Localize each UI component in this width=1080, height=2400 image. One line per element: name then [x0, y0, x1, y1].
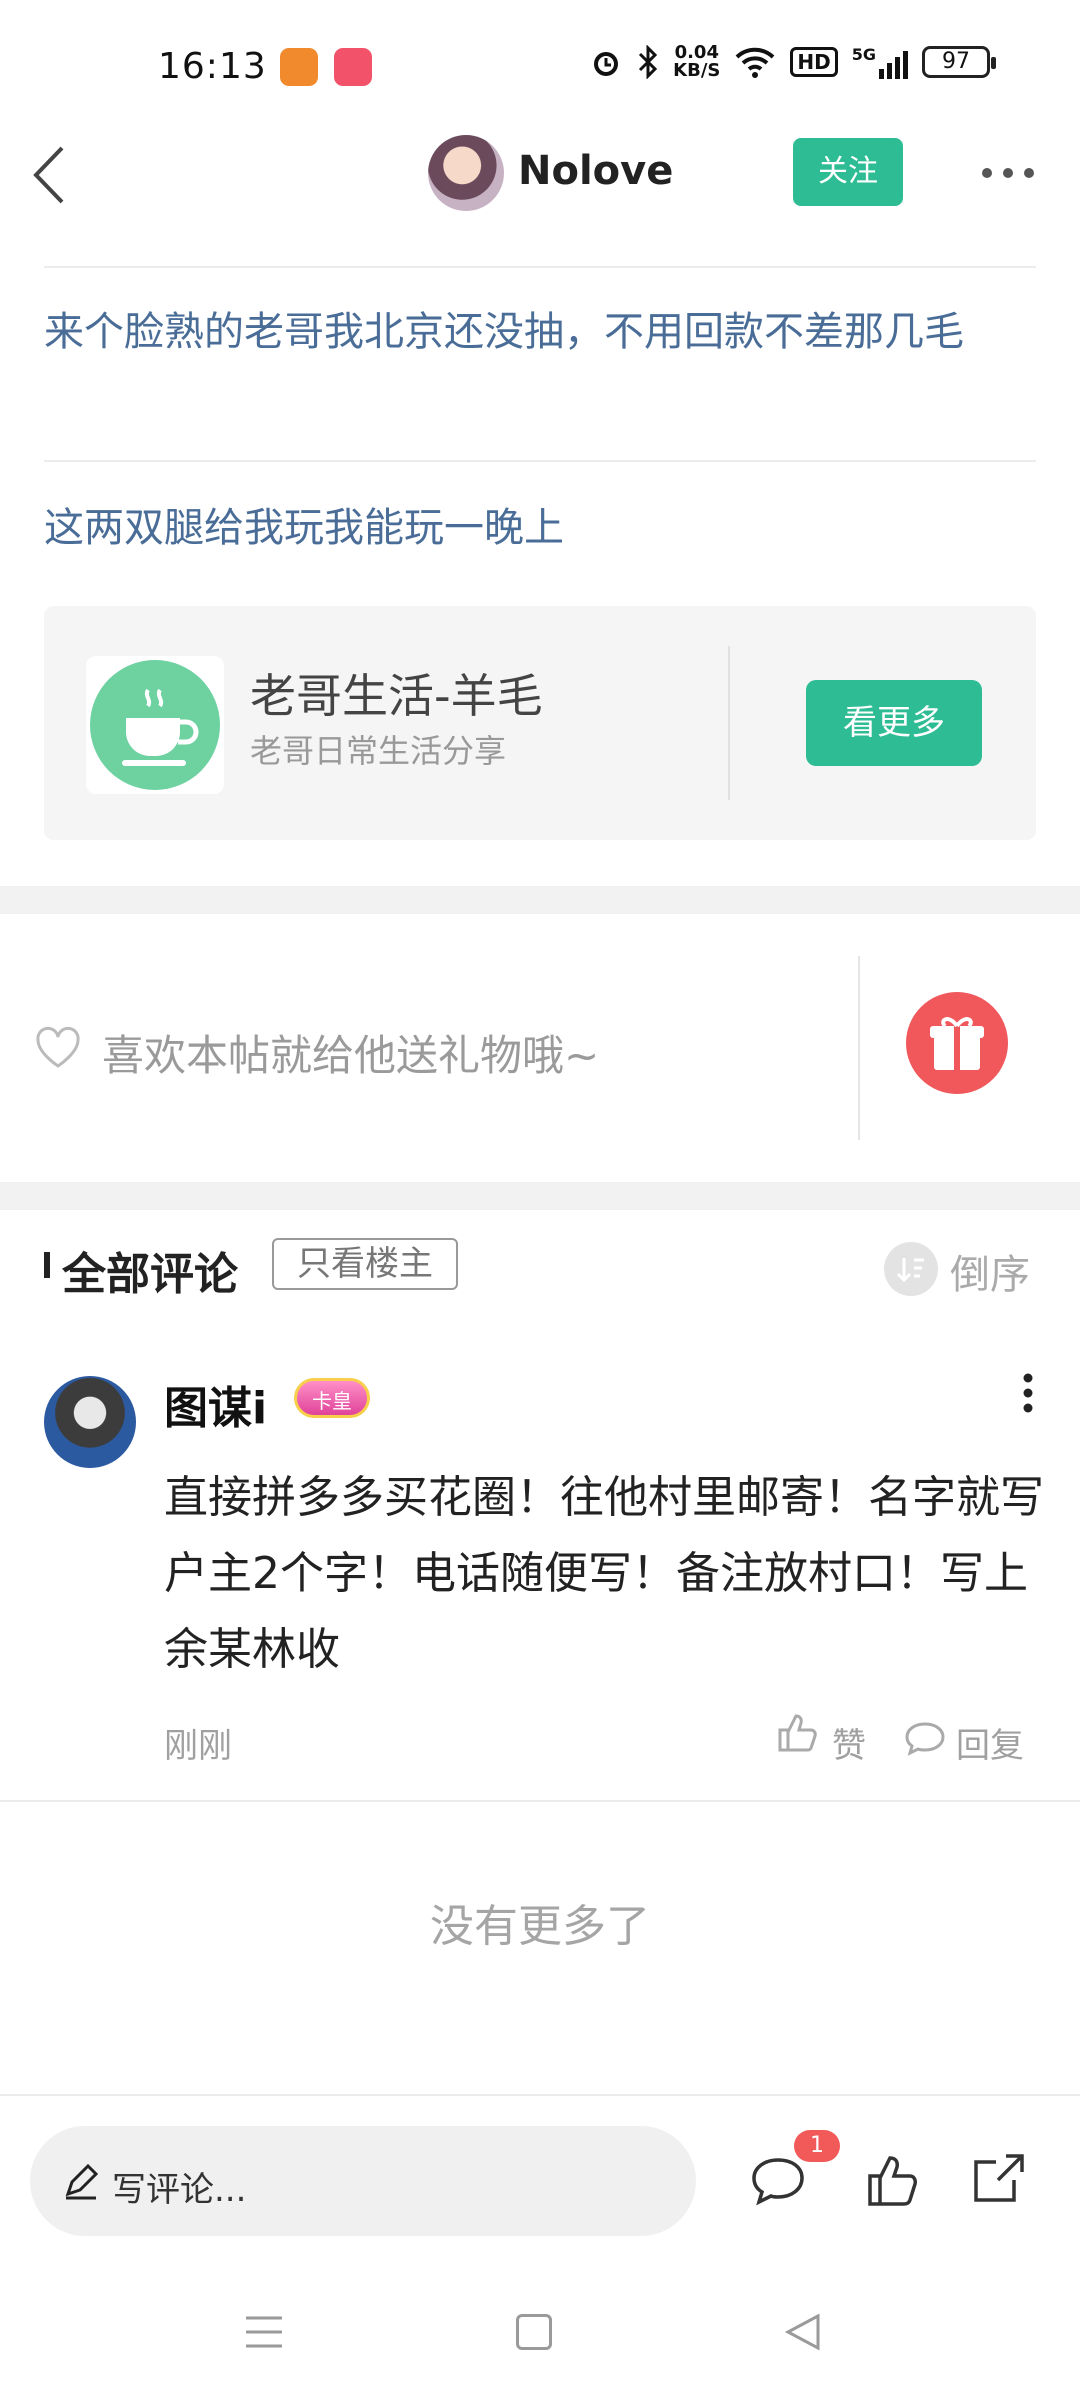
back-arrow-icon[interactable]	[26, 140, 76, 210]
author-avatar[interactable]	[428, 135, 504, 211]
signal-icon: 5G	[852, 45, 908, 79]
bluetooth-icon	[639, 45, 658, 79]
divider	[44, 266, 1036, 268]
sort-arrows-icon	[896, 1258, 924, 1283]
more-options-icon[interactable]	[980, 166, 1036, 180]
section-gap	[0, 1182, 1080, 1210]
comment-input-placeholder[interactable]: 写评论...	[112, 2162, 246, 2211]
reply-button[interactable]: 回复	[956, 1718, 1024, 1767]
thumbs-up-icon[interactable]	[776, 1710, 820, 1754]
comment-text: 直接拼多多买花圈！往他村里邮寄！名字就写户主2个字！电话随便写！备注放村口！写上…	[164, 1472, 1044, 1675]
comment-more-icon[interactable]	[1022, 1372, 1034, 1414]
divider	[858, 956, 860, 1140]
like-button[interactable]: 赞	[832, 1718, 866, 1767]
reply-bubble-icon[interactable]	[904, 1720, 946, 1756]
app-notification-icon	[280, 48, 318, 86]
channel-logo	[86, 656, 224, 794]
channel-title: 老哥生活-羊毛	[250, 669, 543, 723]
post-link-2[interactable]: 这两双腿给我玩我能玩一晚上	[44, 494, 1044, 562]
network-type: 5G	[851, 45, 876, 64]
divider	[728, 646, 730, 800]
app-notification-icon	[334, 48, 372, 86]
channel-subtitle: 老哥日常生活分享	[250, 732, 507, 770]
comment-timestamp: 刚刚	[164, 1726, 232, 1766]
avatar[interactable]	[44, 1376, 136, 1468]
network-speed: 0.04 KB/S	[673, 44, 720, 80]
share-icon[interactable]	[968, 2150, 1026, 2208]
back-triangle-icon[interactable]	[784, 2312, 822, 2352]
divider	[44, 460, 1036, 462]
follow-button[interactable]: 关注	[793, 138, 903, 206]
comment-count-badge: 1	[794, 2130, 840, 2162]
battery-icon: 97	[922, 46, 996, 78]
network-speed-unit: KB/S	[673, 60, 721, 81]
hd-indicator: HD	[790, 47, 838, 77]
divider	[0, 1800, 1080, 1802]
comment-bubble-icon[interactable]	[748, 2154, 808, 2208]
comments-title: 全部评论	[62, 1249, 238, 1300]
no-more-text: 没有更多了	[430, 1901, 650, 1952]
divider	[0, 2094, 1080, 2096]
sort-order-toggle[interactable]: 倒序	[950, 1242, 1030, 1300]
only-op-filter-button[interactable]: 只看楼主	[272, 1238, 458, 1290]
home-button[interactable]	[516, 2314, 552, 2350]
heart-icon[interactable]	[34, 1026, 82, 1070]
status-bar: 16:13 0.04 KB/S HD 5G 97	[0, 0, 1080, 130]
sort-icon[interactable]	[884, 1242, 938, 1296]
coffee-cup-icon	[122, 688, 199, 766]
view-more-button[interactable]: 看更多	[806, 680, 982, 766]
section-marker	[44, 1252, 50, 1278]
author-name[interactable]: Nolove	[518, 148, 673, 194]
status-icons: 0.04 KB/S HD 5G 97	[589, 44, 996, 80]
recent-apps-icon[interactable]	[244, 2314, 284, 2350]
gift-prompt: 喜欢本帖就给他送礼物哦~	[102, 1031, 600, 1080]
pen-icon	[65, 2163, 99, 2200]
status-time: 16:13	[158, 46, 267, 87]
post-link-1[interactable]: 来个脸熟的老哥我北京还没抽，不用回款不差那几毛	[44, 298, 1044, 366]
section-gap	[0, 886, 1080, 914]
channel-card[interactable]: 老哥生活-羊毛 老哥日常生活分享 看更多	[44, 606, 1036, 840]
user-badge: 卡皇	[294, 1378, 370, 1418]
wifi-icon	[736, 47, 775, 78]
comment-username[interactable]: 图谋i	[164, 1372, 267, 1436]
thumbs-up-icon[interactable]	[864, 2150, 922, 2208]
alarm-icon	[594, 52, 619, 76]
gift-icon	[930, 1017, 984, 1070]
gift-button[interactable]	[906, 992, 1008, 1094]
